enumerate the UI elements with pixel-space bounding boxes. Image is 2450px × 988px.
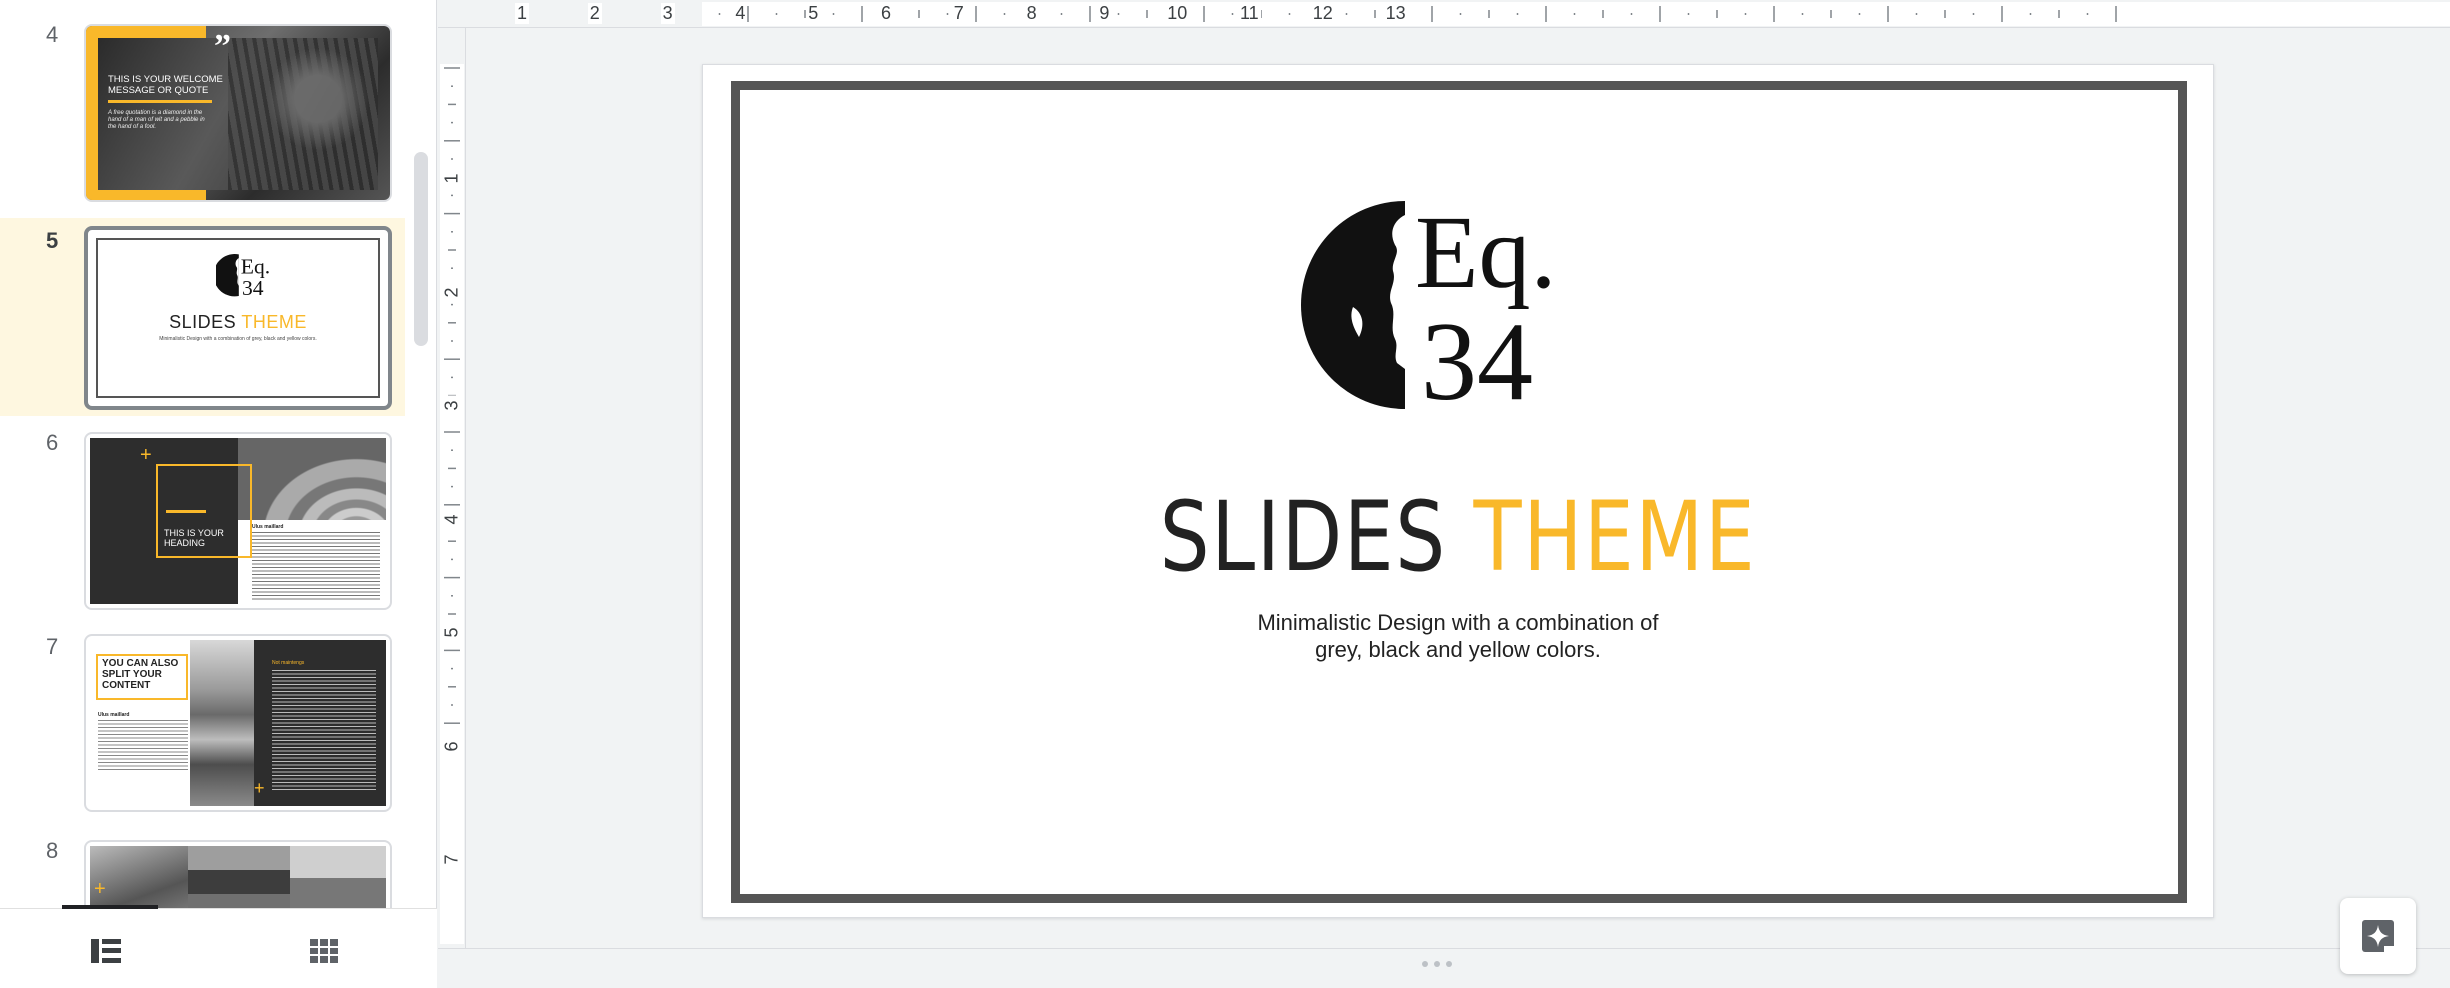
- ruler-number: 3: [660, 3, 675, 24]
- slide-title[interactable]: SLIDES THEME: [839, 481, 2077, 593]
- filmstrip-footer: [0, 905, 437, 988]
- ruler-number: 13: [1383, 3, 1408, 24]
- thumb-subtitle: Minimalistic Design with a combination o…: [159, 336, 317, 342]
- grid-view-icon: [310, 939, 338, 963]
- globe-logo-icon: Eq. 34: [216, 254, 270, 298]
- ruler-number: 1: [441, 168, 463, 189]
- explore-button[interactable]: [2340, 898, 2416, 974]
- slide-thumbnail[interactable]: + THIS IS YOUR HEADING Ulus maillard: [84, 432, 392, 610]
- ruler-number: 7: [951, 3, 966, 24]
- drag-handle-icon[interactable]: [1422, 961, 1452, 967]
- ruler-number: 9: [1097, 3, 1112, 24]
- subtitle-line-2: grey, black and yellow colors.: [1315, 637, 1601, 662]
- thumb-heading: THIS IS YOUR HEADING: [164, 528, 224, 548]
- plus-decor-icon: +: [140, 444, 152, 466]
- thumb-subheading: Ulus maillard: [252, 524, 284, 530]
- plus-decor-icon: +: [254, 778, 265, 798]
- slide-title-accent: THEME: [1473, 481, 1757, 593]
- ruler-number: 7: [441, 849, 463, 870]
- thumb-title: THIS IS YOUR WELCOME MESSAGE OR QUOTE: [108, 74, 223, 96]
- filmstrip-scroll-area: 4 ” THIS IS YOUR WELCOME MESSAGE OR QUOT…: [0, 0, 437, 908]
- slide-number: 6: [46, 430, 59, 455]
- filmstrip-slide-4[interactable]: 4 ” THIS IS YOUR WELCOME MESSAGE OR QUOT…: [0, 0, 405, 218]
- ruler-number: 6: [879, 3, 894, 24]
- ruler-number: 2: [587, 3, 602, 24]
- filmstrip-slide-7[interactable]: 7 YOU CAN ALSO SPLIT YOUR CONTENT Ulus m…: [0, 620, 405, 824]
- horizontal-ruler[interactable]: 1 2 3 4 5 6 7 8 9 10 11 12 13: [438, 0, 2450, 28]
- ruler-number: 10: [1165, 3, 1190, 24]
- vertical-ruler[interactable]: 1 2 3 4 5 6 7: [438, 28, 466, 948]
- logo-text-34: 34: [242, 276, 264, 298]
- thumb-name: Ulus maillard: [98, 712, 130, 718]
- slide-canvas[interactable]: Eq. 34 SLIDES THEME Minimalistic Design …: [702, 64, 2214, 918]
- thumb-dark-name: Not maintengs: [272, 660, 305, 666]
- thumb-photo: [190, 640, 254, 806]
- ruler-number: 3: [441, 395, 463, 416]
- thumb-dark-lines: [272, 670, 376, 790]
- speaker-notes-divider[interactable]: [438, 948, 2450, 988]
- filmstrip-slide-6[interactable]: 6 + THIS IS YOUR HEADING Ulus maillard: [0, 416, 405, 620]
- filmstrip-slide-8[interactable]: 8 +: [0, 824, 405, 908]
- thumb-divider: [108, 100, 212, 103]
- ruler-number: 4: [733, 3, 748, 24]
- ruler-number: 5: [806, 3, 821, 24]
- ruler-number: 12: [1310, 3, 1335, 24]
- thumb-title-accent: THEME: [241, 312, 307, 332]
- thumb-photo-3: [290, 846, 386, 908]
- logo-text-eq: Eq.: [241, 255, 270, 279]
- slide-thumbnail[interactable]: YOU CAN ALSO SPLIT YOUR CONTENT Ulus mai…: [84, 634, 392, 812]
- slide-title-main: SLIDES: [1159, 481, 1447, 593]
- filmstrip-slide-5[interactable]: 5 Eq. 34 SLIDES THEME Minimalistic Desig…: [0, 218, 405, 416]
- logo-text-34: 34: [1421, 300, 1533, 417]
- grid-view-button[interactable]: [304, 931, 344, 971]
- thumb-body: A free quotation is a diamond in the han…: [108, 110, 205, 130]
- quote-mark: ”: [214, 28, 231, 65]
- filmstrip-panel: 4 ” THIS IS YOUR WELCOME MESSAGE OR QUOT…: [0, 0, 437, 988]
- filmstrip-scrollbar[interactable]: [414, 152, 428, 346]
- ruler-number: 6: [441, 736, 463, 756]
- ruler-ticks: [444, 67, 460, 724]
- thumb-photo-2: [188, 846, 290, 908]
- slide-number: 8: [46, 838, 59, 863]
- thumb-title-main: SLIDES: [169, 312, 237, 332]
- thumb-dash: [166, 510, 206, 513]
- filmstrip-view-button[interactable]: [86, 931, 126, 971]
- ruler-number: 2: [441, 282, 463, 302]
- slide-thumbnail[interactable]: +: [84, 840, 392, 908]
- explore-sparkle-icon: [2362, 920, 2394, 952]
- slide-thumbnail[interactable]: Eq. 34 SLIDES THEME Minimalistic Design …: [84, 226, 392, 410]
- ruler-number: 11: [1238, 3, 1261, 24]
- subtitle-line-1: Minimalistic Design with a combination o…: [1257, 610, 1659, 635]
- slide-number: 5: [46, 228, 59, 253]
- filmstrip-view-icon: [91, 939, 121, 963]
- logo-text-eq: Eq.: [1415, 195, 1557, 310]
- ruler-number: 4: [441, 509, 463, 529]
- thumb-title: SLIDES THEME: [88, 312, 388, 333]
- thumb-wood-photo: [238, 438, 386, 520]
- slide-thumbnail[interactable]: ” THIS IS YOUR WELCOME MESSAGE OR QUOTE …: [84, 24, 392, 202]
- ruler-number: 1: [515, 3, 530, 24]
- ruler-number: 5: [441, 622, 463, 643]
- slide-number: 4: [46, 22, 59, 47]
- slide-number: 7: [46, 634, 59, 659]
- thumb-body-lines: [252, 532, 380, 602]
- slide-editor-workspace: 1 2 3 4 5 6 7 8 9 10 11 12 13 1234567 Eq. 34 SLIDES …: [438, 0, 2450, 988]
- thumb-body-lines: [98, 720, 188, 770]
- slide-subtitle[interactable]: Minimalistic Design with a combination o…: [703, 609, 2213, 663]
- globe-logo-icon[interactable]: Eq. 34: [1293, 187, 1569, 417]
- plus-decor-icon: +: [94, 878, 106, 900]
- thumb-title: YOU CAN ALSO SPLIT YOUR CONTENT: [102, 658, 179, 691]
- ruler-number: 8: [1024, 3, 1039, 24]
- active-view-indicator: [62, 905, 158, 909]
